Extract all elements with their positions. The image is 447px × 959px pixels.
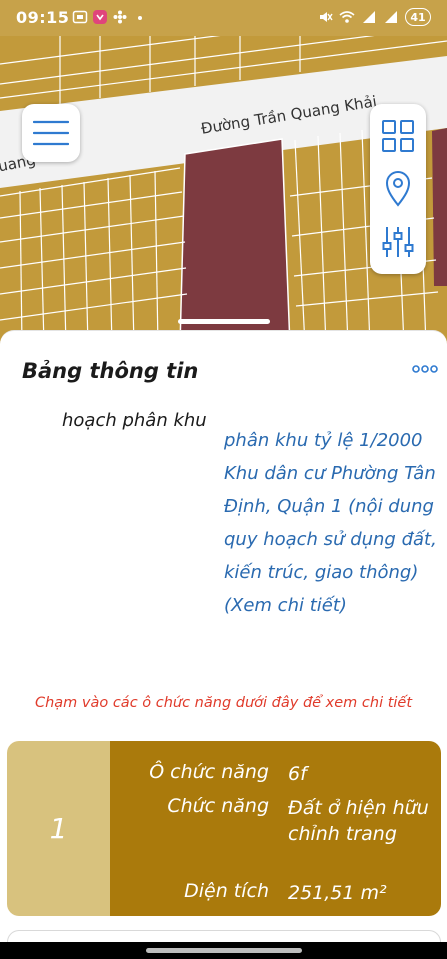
card-key: Ô chức năng: [149, 761, 269, 783]
hint-text: Chạm vào các ô chức năng dưới đây để xem…: [34, 695, 413, 711]
signal-icon: [385, 11, 397, 23]
status-bar: 09:15 41: [0, 0, 447, 36]
card-key: Chức năng: [167, 795, 269, 817]
more-options-button[interactable]: [410, 359, 440, 379]
status-left-icons: [72, 9, 148, 25]
map-tools-panel: [370, 104, 426, 274]
location-pin-icon: [385, 171, 411, 207]
signal-icon: [363, 11, 375, 23]
hamburger-icon: [33, 120, 69, 146]
dot-icon: [138, 16, 142, 20]
sheet-drag-handle[interactable]: [178, 319, 270, 324]
status-time: 09:15: [16, 8, 70, 27]
screenshot-icon: [72, 10, 88, 24]
flower-icon: [113, 10, 127, 24]
filter-button[interactable]: [378, 222, 418, 262]
sliders-icon: [382, 226, 414, 257]
sheet-title: Bảng thông tin: [22, 359, 199, 383]
more-horizontal-icon: [412, 365, 438, 373]
plan-label: hoạch phân khu: [62, 410, 207, 431]
planning-map[interactable]: Đường Trần Quang Khải uang: [0, 36, 447, 346]
function-cell-card[interactable]: 1 Ô chức năng 6f Chức năng Đất ở hiện hữ…: [7, 741, 441, 916]
card-value: 251,51 m²: [288, 882, 387, 904]
app-icon: [93, 10, 107, 24]
battery-indicator: 41: [405, 8, 431, 26]
layers-button[interactable]: [378, 116, 418, 156]
mute-icon: [320, 12, 333, 22]
status-right-icons: 41: [317, 8, 431, 26]
grid-icon: [382, 120, 414, 153]
card-index: 1: [7, 741, 110, 916]
plan-detail-link[interactable]: phân khu tỷ lệ 1/2000 Khu dân cư Phường …: [224, 424, 446, 622]
location-button[interactable]: [378, 169, 418, 209]
menu-button[interactable]: [22, 104, 80, 162]
home-gesture-pill[interactable]: [146, 948, 302, 953]
wifi-icon: [339, 11, 355, 23]
card-value: 6f: [288, 763, 307, 785]
sheet-header: Bảng thông tin: [0, 330, 447, 412]
card-value: Đất ở hiện hữu chỉnh trang: [288, 797, 429, 845]
card-key: Diện tích: [184, 880, 269, 902]
card-body: Ô chức năng 6f Chức năng Đất ở hiện hữu …: [110, 741, 441, 916]
